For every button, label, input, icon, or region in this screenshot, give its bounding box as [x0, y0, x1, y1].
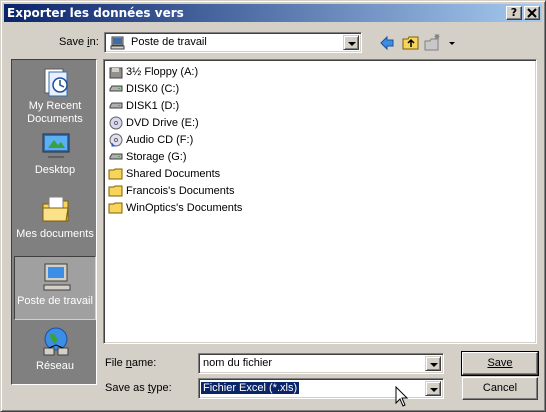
dvd-drive-icon	[109, 116, 123, 130]
recent-documents-icon	[44, 68, 68, 97]
chevron-down-icon[interactable]	[425, 356, 441, 371]
save-button[interactable]: Save	[461, 351, 539, 376]
file-name-label: File name:	[105, 357, 157, 369]
network-icon	[43, 327, 69, 356]
list-item[interactable]: DVD Drive (E:)	[108, 115, 199, 131]
hard-drive-icon	[109, 102, 123, 109]
place-my-computer[interactable]: Poste de travail	[14, 256, 96, 320]
list-item[interactable]: 3½ Floppy (A:)	[108, 64, 198, 80]
file-name: WinOptics's Documents	[126, 202, 243, 214]
back-button[interactable]	[377, 33, 397, 53]
my-computer-small-icon	[110, 36, 125, 50]
save-in-label: Save in:	[59, 36, 99, 48]
file-name: DVD Drive (E:)	[126, 117, 199, 129]
list-item[interactable]: Shared Documents	[108, 166, 220, 182]
place-network[interactable]: Réseau	[14, 322, 96, 386]
cancel-button[interactable]: Cancel	[462, 377, 538, 400]
file-name: Storage (G:)	[126, 151, 187, 163]
desktop-icon	[42, 133, 70, 158]
chevron-down-icon[interactable]	[425, 381, 441, 396]
save-in-dropdown[interactable]: Poste de travail	[104, 32, 362, 53]
file-name: DISK0 (C:)	[126, 83, 180, 95]
up-folder-button[interactable]	[401, 33, 421, 53]
save-in-value: Poste de travail	[131, 36, 207, 48]
chevron-down-icon[interactable]	[343, 35, 359, 50]
file-name: 3½ Floppy (A:)	[126, 66, 199, 78]
place-label: Mes documents	[16, 228, 94, 240]
save-as-type-label: Save as type:	[105, 382, 172, 394]
views-menu-button[interactable]	[445, 33, 459, 53]
list-item[interactable]: Audio CD (F:)	[108, 132, 193, 148]
file-name-value: nom du fichier	[203, 357, 273, 369]
back-arrow-icon	[380, 35, 394, 51]
dropdown-arrow-icon	[449, 42, 455, 45]
help-button[interactable]: ?	[506, 6, 522, 20]
place-label: Réseau	[36, 360, 74, 372]
list-item[interactable]: DISK0 (C:)	[108, 81, 179, 97]
folder-icon	[108, 202, 123, 214]
place-label: My Recent Documents	[27, 100, 83, 125]
file-name: DISK1 (D:)	[126, 100, 180, 112]
new-folder-button[interactable]	[423, 33, 443, 53]
file-name: Shared Documents	[126, 168, 221, 180]
save-dialog-window: Exporter les données vers ? Save in: Pos…	[0, 0, 546, 412]
place-label: Poste de travail	[17, 295, 93, 307]
places-bar: My Recent Documents Desktop Mes document…	[11, 59, 97, 385]
floppy-icon	[109, 67, 123, 79]
list-item[interactable]: DISK1 (D:)	[108, 98, 179, 114]
place-recent-documents[interactable]: My Recent Documents	[14, 62, 96, 126]
file-name: Francois's Documents	[126, 185, 235, 197]
list-item[interactable]: Storage (G:)	[108, 149, 187, 165]
new-folder-icon	[424, 34, 440, 51]
folder-icon	[108, 185, 123, 197]
hard-drive-icon	[109, 85, 123, 92]
place-my-documents[interactable]: Mes documents	[14, 190, 96, 254]
list-item[interactable]: WinOptics's Documents	[108, 200, 242, 216]
close-button[interactable]	[524, 6, 540, 20]
window-title: Exporter les données vers	[7, 6, 184, 20]
my-documents-icon	[42, 196, 69, 222]
audio-cd-icon	[109, 133, 123, 147]
place-label: Desktop	[34, 164, 76, 176]
place-desktop[interactable]: Desktop	[14, 126, 96, 190]
hard-drive-icon	[109, 153, 123, 160]
folder-icon	[108, 168, 123, 180]
title-bar[interactable]: Exporter les données vers ?	[4, 4, 542, 22]
file-list[interactable]: 3½ Floppy (A:) DISK0 (C:) DISK1 (D:) DVD…	[103, 59, 537, 344]
save-as-type-value: Fichier Excel (*.xls)	[201, 382, 300, 394]
file-name-field[interactable]: nom du fichier	[198, 353, 444, 374]
up-folder-icon	[402, 36, 419, 50]
mouse-cursor-icon	[395, 386, 409, 407]
file-name: Audio CD (F:)	[126, 134, 194, 146]
close-icon	[527, 8, 537, 18]
my-computer-icon	[43, 263, 71, 291]
list-item[interactable]: Francois's Documents	[108, 183, 234, 199]
